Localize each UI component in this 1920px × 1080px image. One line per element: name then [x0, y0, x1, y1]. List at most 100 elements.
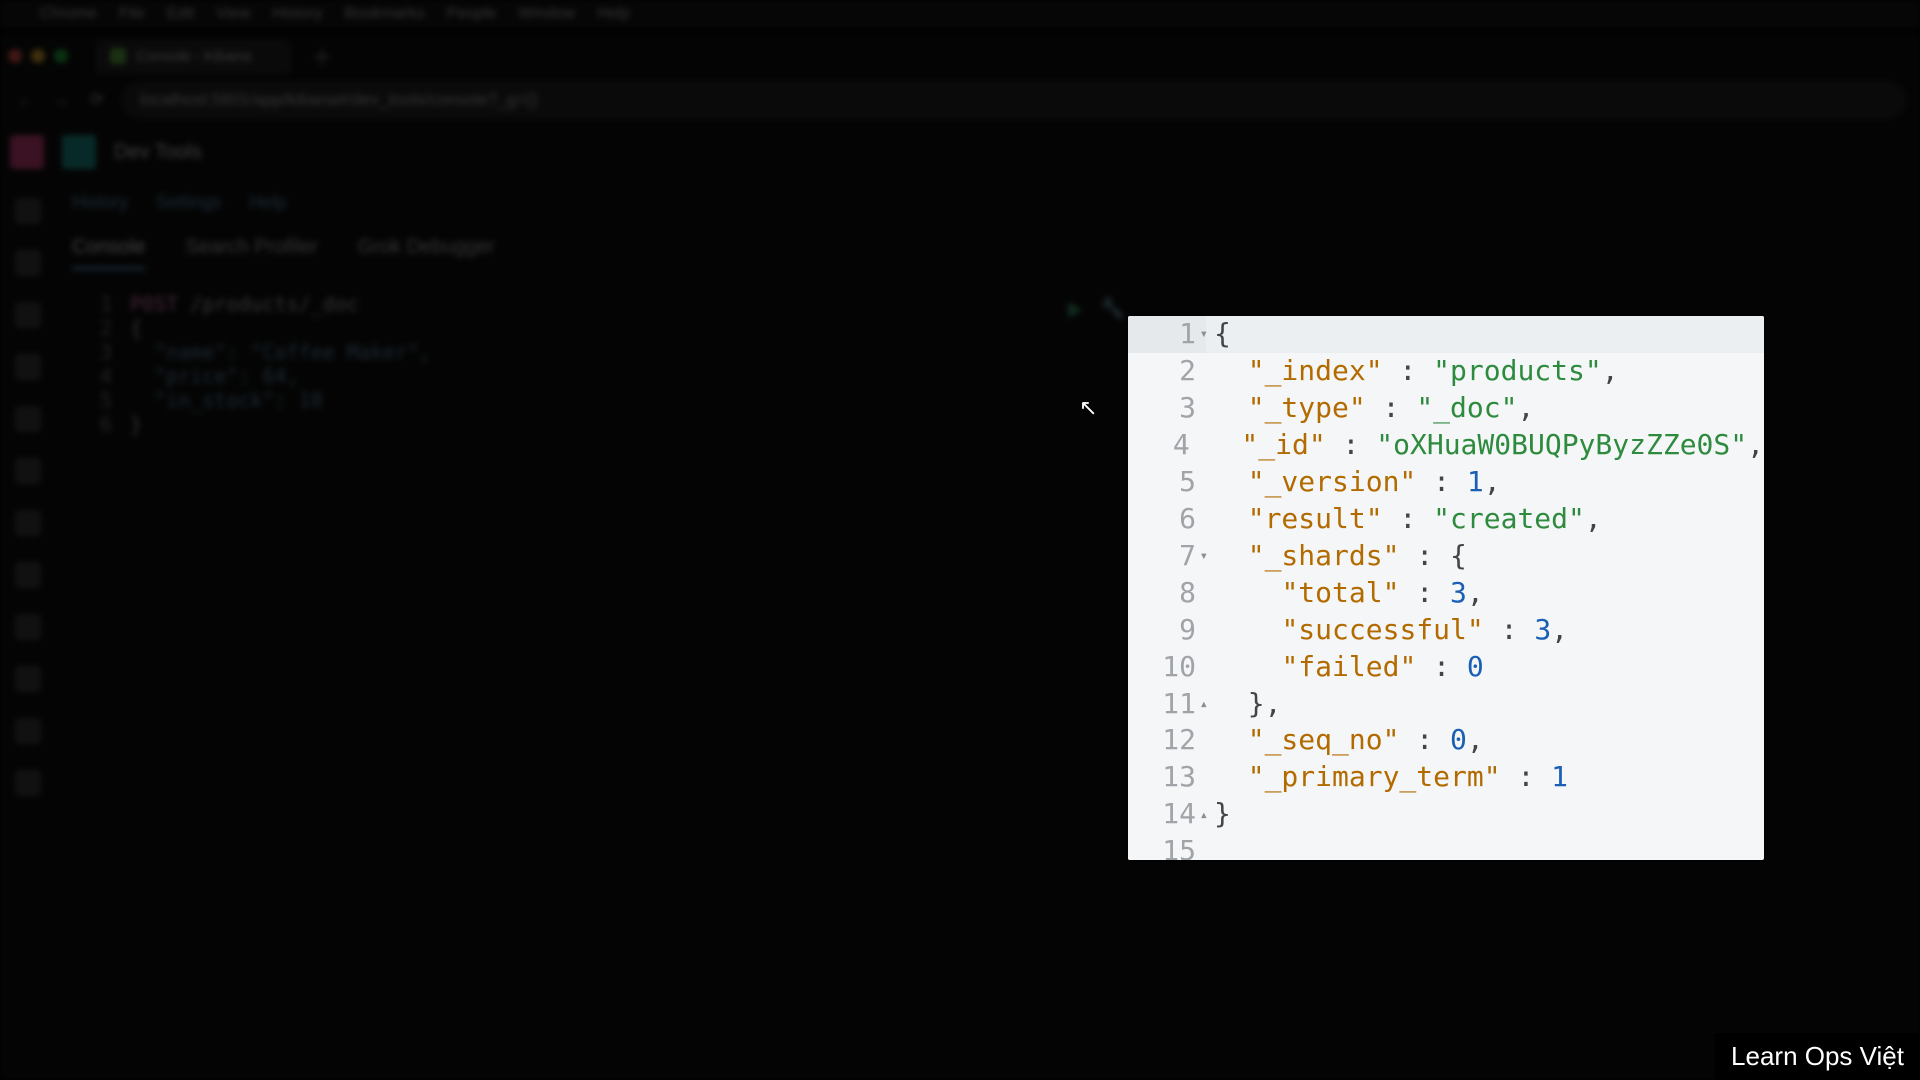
line-number: 14▴	[1128, 796, 1206, 833]
response-line: 14▴}	[1128, 796, 1764, 833]
code-content[interactable]	[1206, 833, 1214, 860]
response-line: 2 "_index" : "products",	[1128, 353, 1764, 390]
subnav-help[interactable]: Help	[249, 192, 286, 213]
code-content[interactable]: "_type" : "_doc",	[1206, 390, 1534, 427]
fold-toggle-icon[interactable]: ▾	[1200, 325, 1208, 343]
sidebar-icon[interactable]	[15, 302, 41, 328]
line-number: 11▴	[1128, 686, 1206, 723]
fold-toggle-icon[interactable]: ▴	[1200, 806, 1208, 824]
response-line: 6 "result" : "created",	[1128, 501, 1764, 538]
minimize-icon[interactable]	[31, 49, 45, 63]
maximize-icon[interactable]	[54, 49, 68, 63]
mac-menubar: Chrome File Edit View History Bookmarks …	[0, 0, 1920, 28]
code-content[interactable]: "_shards" : {	[1206, 538, 1467, 575]
sidebar-icon[interactable]	[15, 198, 41, 224]
fold-toggle-icon[interactable]: ▾	[1200, 547, 1208, 565]
code-content[interactable]: }	[1206, 796, 1231, 833]
menu-item[interactable]: History	[273, 5, 323, 23]
close-icon[interactable]	[8, 49, 22, 63]
response-line: 4 "_id" : "oXHuaW0BUQPyByzZZe0S",	[1128, 427, 1764, 464]
line-number: 8	[1128, 575, 1206, 612]
menu-item[interactable]: View	[216, 5, 250, 23]
sidebar-icon[interactable]	[15, 406, 41, 432]
line-number: 4	[1128, 427, 1200, 464]
code-content[interactable]: "_id" : "oXHuaW0BUQPyByzZZe0S",	[1200, 427, 1764, 464]
code-content[interactable]: "_index" : "products",	[1206, 353, 1619, 390]
devtools-tabs: Console Search Profiler Grok Debugger	[72, 236, 494, 270]
response-line: 9 "successful" : 3,	[1128, 612, 1764, 649]
forward-icon[interactable]: →	[50, 90, 72, 110]
line-number: 10	[1128, 649, 1206, 686]
line-number: 3	[1128, 390, 1206, 427]
subnav-settings[interactable]: Settings	[156, 192, 221, 213]
code-content[interactable]: },	[1206, 686, 1281, 723]
sidebar-icon[interactable]	[15, 666, 41, 692]
request-editor[interactable]: 1POST /products/_doc 2{ 3 "name": "Coffe…	[72, 292, 1072, 436]
code-content[interactable]: "_version" : 1,	[1206, 464, 1501, 501]
sidebar-icon[interactable]	[15, 562, 41, 588]
menu-item[interactable]: People	[446, 5, 496, 23]
code-content[interactable]: "_primary_term" : 1	[1206, 759, 1568, 796]
mouse-cursor-icon: ↖	[1079, 395, 1097, 421]
tab-grok-debugger[interactable]: Grok Debugger	[358, 236, 495, 270]
tab-search-profiler[interactable]: Search Profiler	[185, 236, 317, 270]
sidebar-icon[interactable]	[15, 250, 41, 276]
line-number: 7▾	[1128, 538, 1206, 575]
request-options-icon[interactable]: 🔧	[1100, 296, 1125, 321]
favicon-icon	[110, 48, 126, 64]
code-content[interactable]: "failed" : 0	[1206, 649, 1484, 686]
menu-item[interactable]: Edit	[167, 5, 195, 23]
response-line: 8 "total" : 3,	[1128, 575, 1764, 612]
line-number: 1▾	[1128, 316, 1206, 353]
response-line: 13 "_primary_term" : 1	[1128, 759, 1764, 796]
sidebar-icon[interactable]	[15, 770, 41, 796]
code-content[interactable]: "total" : 3,	[1206, 575, 1484, 612]
response-line: 1▾{	[1128, 316, 1764, 353]
kibana-logo-icon[interactable]	[10, 135, 44, 169]
subnav-history[interactable]: History	[72, 192, 128, 213]
response-line: 3 "_type" : "_doc",	[1128, 390, 1764, 427]
code-content[interactable]: {	[1206, 316, 1764, 353]
sidebar-icon[interactable]	[15, 354, 41, 380]
fold-toggle-icon[interactable]: ▴	[1200, 695, 1208, 713]
line-number: 12	[1128, 722, 1206, 759]
line-number: 2	[1128, 353, 1206, 390]
home-icon[interactable]	[62, 135, 96, 169]
response-line: 7▾ "_shards" : {	[1128, 538, 1764, 575]
run-request-button[interactable]	[1060, 296, 1088, 324]
line-number: 5	[1128, 464, 1206, 501]
response-line: 10 "failed" : 0	[1128, 649, 1764, 686]
new-tab-button[interactable]: ＋	[301, 40, 343, 72]
kibana-header: Dev Tools	[0, 122, 1920, 182]
breadcrumb: Dev Tools	[114, 141, 201, 164]
devtools-subnav: History Settings Help	[72, 192, 286, 213]
sidebar-icon[interactable]	[15, 458, 41, 484]
code-content[interactable]: "successful" : 3,	[1206, 612, 1568, 649]
window-controls[interactable]	[8, 49, 68, 63]
response-line: 15	[1128, 833, 1764, 860]
response-line: 11▴ },	[1128, 686, 1764, 723]
sidebar-icon[interactable]	[15, 510, 41, 536]
response-line: 5 "_version" : 1,	[1128, 464, 1764, 501]
kibana-sidebar	[0, 186, 56, 1046]
tab-title: Console - Kibana	[136, 48, 251, 65]
line-number: 15	[1128, 833, 1206, 860]
sidebar-icon[interactable]	[15, 614, 41, 640]
menu-item[interactable]: Window	[518, 5, 575, 23]
menu-item[interactable]: Bookmarks	[344, 5, 424, 23]
response-line: 12 "_seq_no" : 0,	[1128, 722, 1764, 759]
code-content[interactable]: "result" : "created",	[1206, 501, 1602, 538]
address-bar[interactable]: localhost:5601/app/kibana#/dev_tools/con…	[122, 82, 1906, 118]
back-icon[interactable]: ←	[14, 90, 36, 110]
tab-console[interactable]: Console	[72, 236, 145, 270]
browser-tab[interactable]: Console - Kibana	[96, 40, 291, 73]
menu-item[interactable]: File	[119, 5, 145, 23]
line-number: 13	[1128, 759, 1206, 796]
sidebar-icon[interactable]	[15, 718, 41, 744]
watermark: Learn Ops Việt	[1715, 1033, 1920, 1080]
reload-icon[interactable]: ⟳	[86, 90, 108, 110]
code-content[interactable]: "_seq_no" : 0,	[1206, 722, 1484, 759]
menu-item[interactable]: Help	[597, 5, 630, 23]
response-panel[interactable]: 1▾{2 "_index" : "products",3 "_type" : "…	[1128, 316, 1764, 860]
menu-item[interactable]: Chrome	[40, 5, 97, 23]
